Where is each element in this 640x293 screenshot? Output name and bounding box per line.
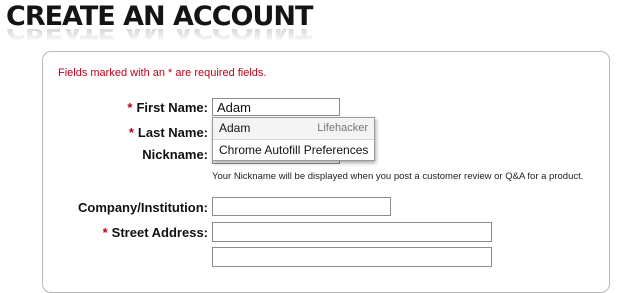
- required-asterisk: *: [127, 100, 133, 115]
- autofill-suggestion[interactable]: Adam Lifehacker: [213, 118, 374, 139]
- company-label: Company/Institution:: [78, 200, 208, 215]
- required-asterisk: *: [102, 225, 108, 240]
- last-name-label: * Last Name:: [128, 125, 208, 140]
- nickname-label: Nickname:: [142, 147, 208, 162]
- first-name-input[interactable]: [212, 98, 340, 116]
- company-input[interactable]: [212, 197, 391, 216]
- street-address-label: * Street Address:: [102, 225, 208, 240]
- page-title-reflection: CREATE AN ACCOUNT: [6, 29, 312, 43]
- street-address-line2-input[interactable]: [212, 247, 492, 267]
- required-fields-note: Fields marked with an * are required fie…: [58, 67, 267, 79]
- street-address-input[interactable]: [212, 222, 492, 242]
- page-title: CREATE AN ACCOUNT: [6, 1, 313, 32]
- autofill-suggestion-name: Adam: [219, 121, 251, 135]
- first-name-label: * First Name:: [127, 100, 208, 115]
- nickname-hint: Your Nickname will be displayed when you…: [212, 171, 584, 182]
- autofill-preferences-link[interactable]: Chrome Autofill Preferences: [213, 139, 374, 160]
- autofill-dropdown: Adam Lifehacker Chrome Autofill Preferen…: [212, 117, 375, 161]
- required-asterisk: *: [128, 125, 134, 140]
- autofill-suggestion-source: Lifehacker: [317, 122, 368, 134]
